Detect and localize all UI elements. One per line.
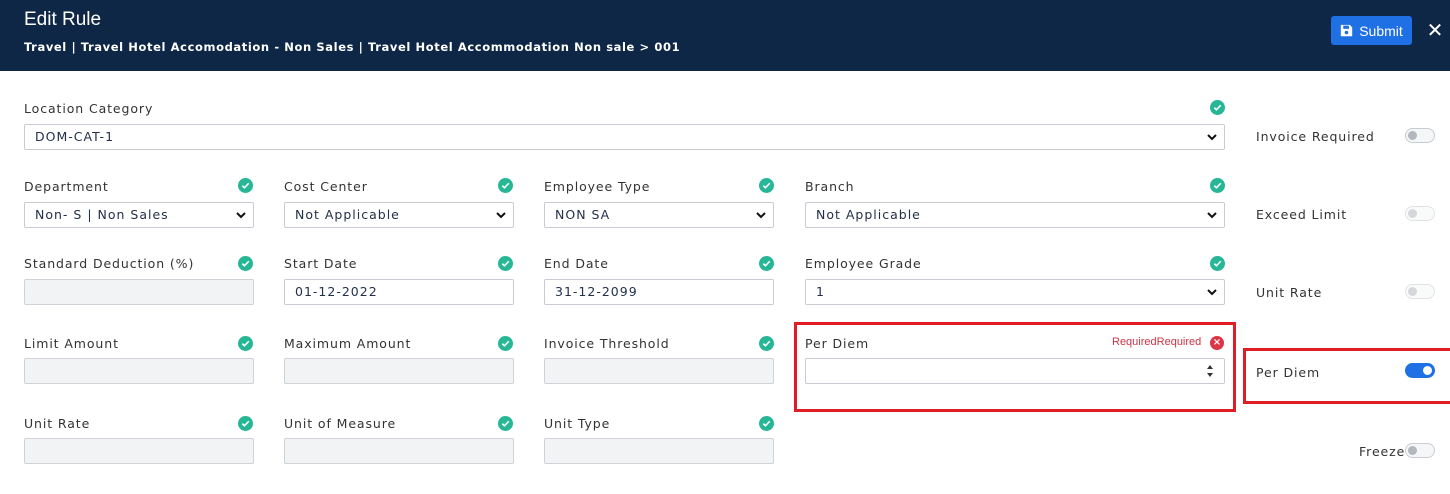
- department-label: Department: [24, 179, 109, 194]
- cost-center-label: Cost Center: [284, 179, 368, 194]
- invoice-threshold-input[interactable]: [544, 358, 774, 384]
- unit-rate-label: Unit Rate: [24, 416, 91, 431]
- employee-grade-value: 1: [816, 284, 825, 299]
- modal-title: Edit Rule: [24, 9, 102, 30]
- chevron-down-icon: [1207, 212, 1217, 219]
- check-circle-icon: [498, 336, 513, 351]
- check-circle-icon: [1210, 256, 1225, 271]
- submit-label: Submit: [1359, 22, 1403, 39]
- department-select[interactable]: Non- S | Non Sales: [24, 202, 254, 228]
- per-diem-input[interactable]: [805, 358, 1225, 384]
- check-circle-icon: [1210, 100, 1225, 115]
- start-date-label: Start Date: [284, 256, 358, 271]
- unit-of-measure-label: Unit of Measure: [284, 416, 397, 431]
- exceed-limit-label: Exceed Limit: [1256, 207, 1348, 222]
- limit-amount-label: Limit Amount: [24, 336, 119, 351]
- end-date-input[interactable]: 31-12-2099: [544, 279, 774, 305]
- standard-deduction-input[interactable]: [24, 279, 254, 305]
- employee-grade-select[interactable]: 1: [805, 279, 1225, 305]
- location-category-select[interactable]: DOM-CAT-1: [24, 124, 1225, 150]
- check-circle-icon: [759, 416, 774, 431]
- unit-of-measure-input[interactable]: [284, 438, 514, 464]
- close-icon[interactable]: ✕: [1424, 18, 1446, 42]
- branch-value: Not Applicable: [816, 207, 921, 222]
- end-date-label: End Date: [544, 256, 609, 271]
- chevron-down-icon: [756, 212, 766, 219]
- employee-grade-label: Employee Grade: [805, 256, 922, 271]
- check-circle-icon: [238, 336, 253, 351]
- freeze-label: Freeze: [1359, 444, 1406, 459]
- chevron-down-icon: [1207, 134, 1217, 141]
- error-x-icon: ×: [1210, 336, 1224, 350]
- per-diem-toggle[interactable]: [1405, 363, 1435, 378]
- check-circle-icon: [238, 256, 253, 271]
- check-circle-icon: [498, 256, 513, 271]
- unit-type-label: Unit Type: [544, 416, 611, 431]
- unit-rate-toggle[interactable]: [1405, 284, 1435, 299]
- location-category-label: Location Category: [24, 101, 154, 116]
- check-circle-icon: [759, 336, 774, 351]
- check-circle-icon: [759, 178, 774, 193]
- limit-amount-input[interactable]: [24, 358, 254, 384]
- per-diem-side-label: Per Diem: [1256, 365, 1321, 380]
- branch-select[interactable]: Not Applicable: [805, 202, 1225, 228]
- start-date-input[interactable]: 01-12-2022: [284, 279, 514, 305]
- freeze-toggle[interactable]: [1405, 443, 1435, 458]
- invoice-required-toggle[interactable]: [1405, 128, 1435, 143]
- maximum-amount-input[interactable]: [284, 358, 514, 384]
- breadcrumb: Travel | Travel Hotel Accomodation - Non…: [24, 40, 681, 54]
- per-diem-error-text: RequiredRequired: [1112, 336, 1202, 348]
- employee-type-value: NON SA: [555, 207, 611, 222]
- maximum-amount-label: Maximum Amount: [284, 336, 412, 351]
- unit-rate-input[interactable]: [24, 438, 254, 464]
- spinner-arrows-icon[interactable]: [1206, 363, 1214, 379]
- department-value: Non- S | Non Sales: [35, 207, 169, 222]
- unit-rate-side-label: Unit Rate: [1256, 285, 1323, 300]
- chevron-down-icon: [496, 212, 506, 219]
- submit-button[interactable]: Submit: [1331, 16, 1412, 45]
- per-diem-label: Per Diem: [805, 336, 870, 351]
- check-circle-icon: [498, 416, 513, 431]
- standard-deduction-label: Standard Deduction (%): [24, 256, 195, 271]
- save-icon: [1341, 24, 1353, 37]
- invoice-required-label: Invoice Required: [1256, 129, 1375, 144]
- location-category-value: DOM-CAT-1: [35, 129, 115, 144]
- chevron-down-icon: [236, 212, 246, 219]
- check-circle-icon: [238, 416, 253, 431]
- modal-header: Edit Rule Travel | Travel Hotel Accomoda…: [0, 0, 1450, 71]
- exceed-limit-toggle[interactable]: [1405, 206, 1435, 221]
- branch-label: Branch: [805, 179, 855, 194]
- chevron-down-icon: [1207, 289, 1217, 296]
- cost-center-select[interactable]: Not Applicable: [284, 202, 514, 228]
- invoice-threshold-label: Invoice Threshold: [544, 336, 670, 351]
- cost-center-value: Not Applicable: [295, 207, 400, 222]
- check-circle-icon: [759, 256, 774, 271]
- check-circle-icon: [498, 178, 513, 193]
- employee-type-select[interactable]: NON SA: [544, 202, 774, 228]
- check-circle-icon: [1210, 178, 1225, 193]
- check-circle-icon: [238, 178, 253, 193]
- unit-type-input[interactable]: [544, 438, 774, 464]
- employee-type-label: Employee Type: [544, 179, 651, 194]
